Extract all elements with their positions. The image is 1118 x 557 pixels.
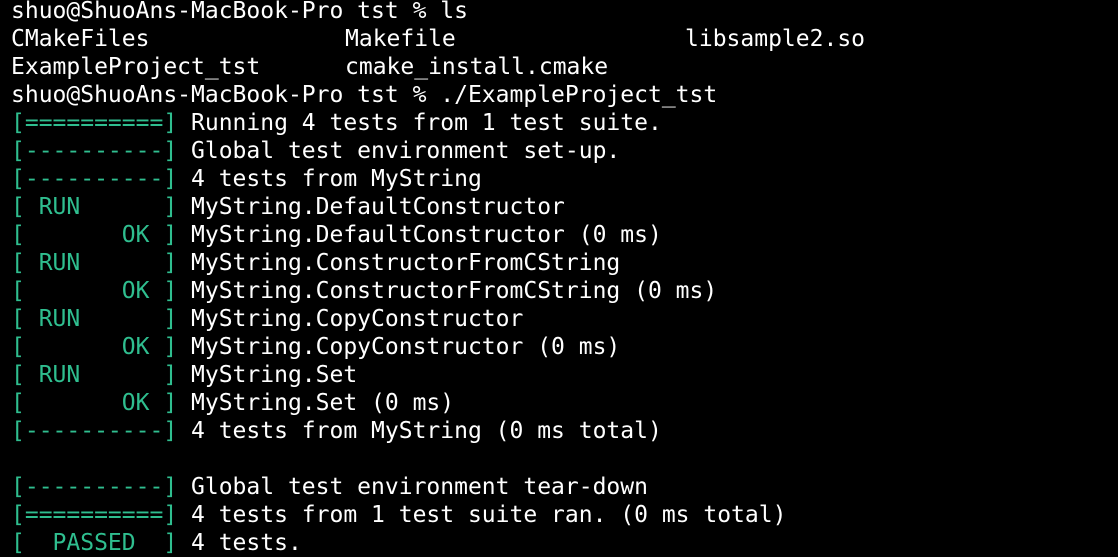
terminal-window[interactable]: shuo@ShuoAns-MacBook-Pro tst % ls CMakeFi… (0, 0, 1118, 556)
test-message: Running 4 tests from 1 test suite. (177, 110, 662, 136)
test-output-line: [----------] Global test environment tea… (11, 473, 1118, 501)
test-message: Global test environment set-up. (177, 138, 621, 164)
test-status-tag: [ OK ] (11, 222, 178, 248)
test-status-tag: [----------] (11, 474, 178, 500)
file-entry: CMakeFiles (11, 26, 150, 52)
prompt-text: shuo@ShuoAns-MacBook-Pro tst % ./Example… (11, 82, 718, 108)
ls-output-row: CMakeFiles Makefile libsample2.so (11, 25, 1118, 53)
test-output-line: [ OK ] MyString.ConstructorFromCString (… (11, 277, 1118, 305)
test-status-tag: [----------] (11, 138, 178, 164)
test-output-line: [ RUN ] MyString.Set (11, 361, 1118, 389)
test-output-line: [ OK ] MyString.DefaultConstructor (0 ms… (11, 221, 1118, 249)
test-output-line: [----------] 4 tests from MyString (11, 165, 1118, 193)
test-output-line: [ OK ] MyString.CopyConstructor (0 ms) (11, 333, 1118, 361)
test-message: 4 tests. (177, 530, 302, 556)
file-entry: Makefile (345, 26, 456, 52)
test-message: MyString.CopyConstructor (0 ms) (177, 334, 621, 360)
test-status-tag: [----------] (11, 166, 178, 192)
test-status-tag: [ RUN ] (11, 194, 178, 220)
test-status-tag: [----------] (11, 418, 178, 444)
prompt-line: shuo@ShuoAns-MacBook-Pro tst % ls (11, 0, 1118, 25)
test-output-line: [ RUN ] MyString.DefaultConstructor (11, 193, 1118, 221)
test-status-tag: [ OK ] (11, 334, 178, 360)
test-output-line: [ RUN ] MyString.CopyConstructor (11, 305, 1118, 333)
file-entry: libsample2.so (685, 26, 866, 52)
prompt-line: shuo@ShuoAns-MacBook-Pro tst % ./Example… (11, 81, 1118, 109)
test-status-tag: [ OK ] (11, 390, 178, 416)
file-entry: cmake_install.cmake (345, 54, 609, 80)
test-message: MyString.ConstructorFromCString (177, 250, 621, 276)
test-output-line: [==========] 4 tests from 1 test suite r… (11, 501, 1118, 529)
test-output-line: [ RUN ] MyString.ConstructorFromCString (11, 249, 1118, 277)
ls-output-row: ExampleProject_tst cmake_install.cmake (11, 53, 1118, 81)
prompt-text: shuo@ShuoAns-MacBook-Pro tst % ls (11, 0, 468, 24)
test-message: MyString.Set (0 ms) (177, 390, 455, 416)
test-message: MyString.DefaultConstructor (177, 194, 565, 220)
test-status-tag: [==========] (11, 502, 178, 528)
test-output-line: [ OK ] MyString.Set (0 ms) (11, 389, 1118, 417)
test-message: 4 tests from MyString (0 ms total) (177, 418, 662, 444)
test-status-tag: [ PASSED ] (11, 530, 178, 556)
test-status-tag: [ OK ] (11, 278, 178, 304)
test-status-tag: [==========] (11, 110, 178, 136)
test-output-line: [==========] Running 4 tests from 1 test… (11, 109, 1118, 137)
test-message: MyString.CopyConstructor (177, 306, 524, 332)
test-message: MyString.DefaultConstructor (0 ms) (177, 222, 662, 248)
test-message: MyString.ConstructorFromCString (0 ms) (177, 278, 718, 304)
test-status-tag: [ RUN ] (11, 250, 178, 276)
test-message: 4 tests from 1 test suite ran. (0 ms tot… (177, 502, 787, 528)
test-message: Global test environment tear-down (177, 474, 648, 500)
file-entry: ExampleProject_tst (11, 54, 261, 80)
test-output-line: [ PASSED ] 4 tests. (11, 529, 1118, 557)
test-status-tag: [ RUN ] (11, 362, 178, 388)
test-output-line: [----------] 4 tests from MyString (0 ms… (11, 417, 1118, 445)
test-message: 4 tests from MyString (177, 166, 482, 192)
test-output-line: [----------] Global test environment set… (11, 137, 1118, 165)
test-status-tag: [ RUN ] (11, 306, 178, 332)
test-message: MyString.Set (177, 362, 358, 388)
